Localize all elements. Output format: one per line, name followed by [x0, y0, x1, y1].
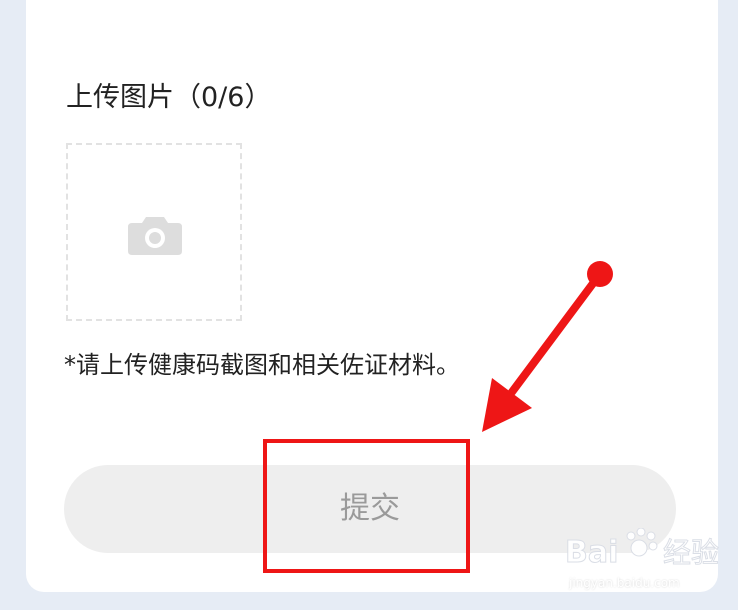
svg-text:经验: 经验: [663, 536, 719, 569]
baidu-jingyan-watermark: Bai 经验 jingyan.baidu.com: [565, 528, 725, 598]
watermark-url: jingyan.baidu.com: [569, 576, 680, 590]
annotation-highlight-box: [263, 439, 470, 573]
baidu-jingyan-logo: Bai 经验: [565, 528, 720, 571]
upload-images-title: 上传图片（0/6）: [66, 82, 272, 113]
svg-text:Bai: Bai: [565, 535, 618, 570]
upload-image-button[interactable]: [66, 143, 242, 321]
camera-icon: [128, 217, 182, 255]
upload-hint-text: *请上传健康码截图和相关佐证材料。: [64, 351, 460, 379]
